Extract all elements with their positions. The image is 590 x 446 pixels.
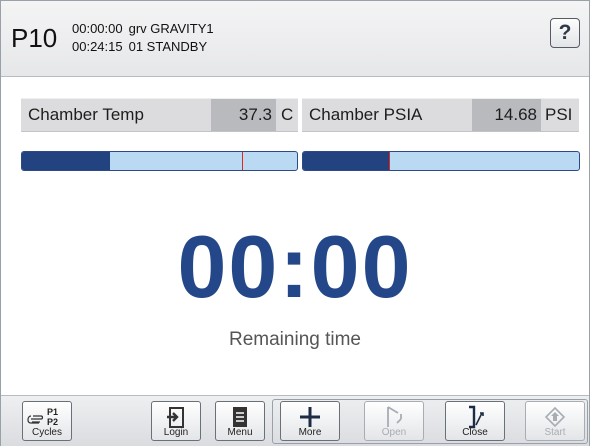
chamber-psia-unit: PSI — [545, 105, 573, 124]
chamber-psia-bar — [302, 151, 580, 171]
chamber-temp-label: Chamber Temp — [28, 105, 144, 124]
elapsed-time: 00:00:00 — [72, 21, 123, 36]
chamber-psia-value: 14.68 — [472, 99, 541, 131]
chamber-psia-readout: Chamber PSIA 14.68 PSI — [302, 98, 579, 132]
chamber-psia-bar-fill — [303, 152, 389, 170]
open-label: Open — [381, 427, 407, 438]
plus-icon — [281, 405, 339, 429]
login-label: Login — [163, 427, 189, 438]
close-label: Close — [462, 427, 488, 438]
more-label: More — [298, 427, 322, 438]
autoclave-screen: P10 00:00:00 grv GRAVITY1 00:24:15 01 STAN… — [0, 0, 590, 446]
remaining-time-display: 00:00 — [177, 217, 413, 316]
svg-text:P2: P2 — [47, 417, 58, 427]
door-open-icon — [365, 405, 423, 429]
cycle-name: grv GRAVITY1 — [128, 21, 214, 36]
start-button[interactable]: Start — [525, 401, 585, 441]
chamber-temp-value: 37.3 — [211, 99, 276, 131]
chamber-psia-setpoint-marker — [388, 152, 390, 170]
close-button[interactable]: Close — [445, 401, 505, 441]
menu-icon — [216, 405, 264, 429]
header-line-1: 00:00:00 grv GRAVITY1 — [72, 21, 220, 36]
cycles-button[interactable]: P1 P2 Cycles — [22, 401, 72, 441]
open-button[interactable]: Open — [364, 401, 424, 441]
bottom-toolbar: P1 P2 Cycles Login Menu More Open Close … — [1, 395, 589, 446]
remaining-time-label: Remaining time — [229, 329, 361, 350]
start-label: Start — [544, 427, 566, 438]
status-text: 01 STANDBY — [128, 39, 208, 54]
login-icon — [152, 405, 200, 429]
cycles-label: Cycles — [31, 427, 62, 438]
program-number: P10 — [11, 23, 58, 53]
menu-button[interactable]: Menu — [215, 401, 265, 441]
chamber-temp-bar — [21, 151, 298, 171]
clock-time: 00:24:15 — [72, 39, 123, 54]
chamber-temp-readout: Chamber Temp 37.3 C — [21, 98, 298, 132]
help-button[interactable]: ? — [550, 18, 580, 48]
more-button[interactable]: More — [280, 401, 340, 441]
menu-label: Menu — [227, 427, 253, 438]
hand-pointer-icon: P1 P2 — [23, 405, 71, 429]
door-close-icon — [446, 405, 504, 429]
start-diamond-icon — [526, 405, 584, 429]
chamber-psia-label: Chamber PSIA — [309, 105, 423, 124]
chamber-temp-unit: C — [281, 105, 294, 124]
chamber-temp-setpoint-marker — [242, 152, 243, 170]
login-button[interactable]: Login — [151, 401, 201, 441]
chamber-temp-bar-fill — [22, 152, 110, 170]
header-bar: P10 00:00:00 grv GRAVITY1 00:24:15 01 STAN… — [1, 1, 589, 77]
header-line-2: 00:24:15 01 STANDBY — [72, 39, 213, 54]
svg-text:P1: P1 — [47, 407, 58, 417]
